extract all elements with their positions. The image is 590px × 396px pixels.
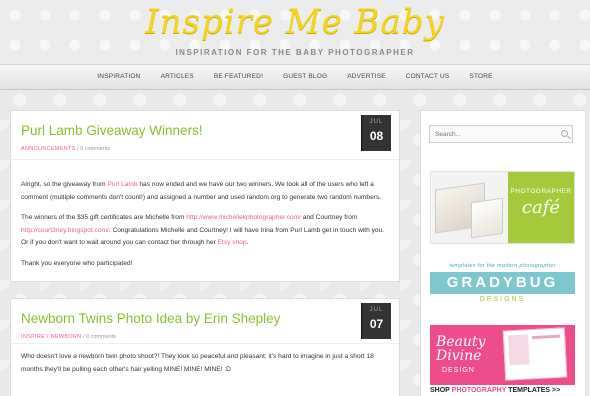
text: and Courtney from: [301, 214, 358, 222]
post-card: Purl Lamb Giveaway Winners! ANNOUNCEMENT…: [10, 110, 400, 282]
ad-brand-sub: DESIGN: [442, 367, 475, 374]
ad-tagline: templates for the modern photographer: [449, 263, 556, 269]
courtney-link[interactable]: http://court3ney.blogspot.com/: [21, 227, 109, 234]
text: .: [246, 239, 249, 247]
cta-text: TEMPLATES >>: [506, 387, 561, 394]
nav-item-store[interactable]: STORE: [459, 65, 502, 89]
nav-item-be-featured[interactable]: BE FEATURED!: [204, 65, 273, 89]
ad-brand-line: PHOTOGRAPHER: [510, 188, 572, 195]
post-date-badge: JUL 08: [361, 115, 391, 151]
post-body: Who doesn't love a newborn twin photo sh…: [21, 351, 385, 384]
post-body: Alright, so the giveaway from Purl Lamb …: [21, 179, 385, 279]
nav-item-articles[interactable]: ARTICLES: [151, 65, 204, 89]
template-preview-image: [502, 327, 568, 381]
ad-word: Divine: [436, 348, 482, 364]
nav-item-advertise[interactable]: ADVERTISE: [337, 65, 396, 89]
nav-item-contact-us[interactable]: CONTACT US: [396, 65, 460, 89]
search-input[interactable]: [429, 125, 573, 143]
ad-photographer-cafe[interactable]: PHOTOGRAPHER café: [430, 171, 575, 244]
post-title[interactable]: Newborn Twins Photo Idea by Erin Shepley: [21, 311, 280, 326]
post-divider: [11, 343, 399, 344]
date-month: JUL: [369, 119, 384, 125]
post-comments-link[interactable]: 0 comments: [86, 334, 116, 340]
main-nav: INSPIRATION ARTICLES BE FEATURED! GUEST …: [0, 64, 590, 90]
etsy-shop-link[interactable]: Etsy shop: [218, 239, 247, 246]
search-icon[interactable]: [561, 130, 568, 137]
post-category-link[interactable]: INSPIRE / NEWBORN: [21, 334, 81, 340]
nav-item-inspiration[interactable]: INSPIRATION: [87, 65, 150, 89]
post-title[interactable]: Purl Lamb Giveaway Winners!: [21, 123, 203, 138]
site-tagline: INSPIRATION FOR THE BABY PHOTOGRAPHER: [175, 48, 415, 57]
post-category-link[interactable]: ANNOUNCEMENTS: [21, 146, 76, 152]
post-paragraph: Who doesn't love a newborn twin photo sh…: [21, 353, 374, 373]
date-month: JUL: [369, 307, 384, 313]
ad-brand: GRADYBUG: [430, 272, 575, 294]
purl-lamb-link[interactable]: Purl Lamb: [108, 181, 138, 188]
post-divider: [11, 159, 399, 160]
ad-gradybug-designs[interactable]: templates for the modern photographer GR…: [430, 263, 575, 311]
ad-brand-line: Beauty Divine: [436, 335, 485, 363]
ad-brand-panel: PHOTOGRAPHER café: [508, 172, 574, 243]
shop-templates-link[interactable]: SHOP PHOTOGRAPHY TEMPLATES >>: [430, 387, 575, 394]
cta-text: PHOTOGRAPHY: [451, 387, 507, 394]
post-date-badge: JUL 07: [361, 303, 391, 339]
text: Alright, so the giveaway from: [21, 181, 108, 188]
product-box-image: [471, 197, 503, 239]
michelle-link[interactable]: http://www.michellekphotographer.com/: [186, 214, 301, 221]
post-meta: ANNOUNCEMENTS / 0 comments: [21, 146, 110, 152]
post-comments-link[interactable]: 0 comments: [80, 146, 110, 152]
ad-brand-sub: DESIGNS: [479, 296, 526, 303]
post-meta: INSPIRE / NEWBORN / 0 comments: [21, 334, 116, 340]
ad-brand-line: café: [521, 197, 561, 218]
post-card: Newborn Twins Photo Idea by Erin Shepley…: [10, 298, 400, 396]
ad-beauty-divine[interactable]: Beauty Divine DESIGN SHOP PHOTOGRAPHY TEM…: [430, 325, 575, 396]
date-day: 07: [369, 317, 384, 331]
site-header: Inspire Me Baby INSPIRATION FOR THE BABY…: [0, 0, 590, 64]
text: The winners of the $35 gift certificates…: [21, 214, 187, 222]
post-paragraph: The winners of the $35 gift certificates…: [21, 212, 385, 250]
nav-item-guest-blog[interactable]: GUEST BLOG: [273, 65, 337, 89]
date-day: 08: [369, 129, 384, 143]
post-paragraph: Alright, so the giveaway from Purl Lamb …: [21, 179, 385, 204]
sidebar: PHOTOGRAPHER café templates for the mode…: [420, 110, 586, 396]
post-paragraph: Thank you everyone who participated!: [21, 259, 133, 267]
ad-banner: Beauty Divine DESIGN: [430, 325, 575, 385]
site-logo[interactable]: Inspire Me Baby: [0, 2, 590, 42]
cta-text: SHOP: [430, 387, 452, 394]
